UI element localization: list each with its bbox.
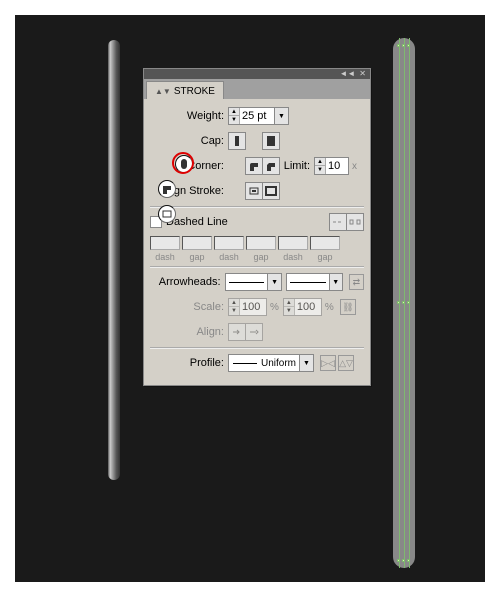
close-icon[interactable]: ✕ <box>359 70 366 78</box>
updown-icon: ▲▼ <box>155 87 171 96</box>
gap-field-3[interactable] <box>310 236 340 250</box>
dash-field-2[interactable] <box>214 236 244 250</box>
panel-header[interactable]: ◄◄ ✕ <box>144 69 370 79</box>
cap-round-button[interactable] <box>175 155 193 173</box>
tab-label: STROKE <box>174 86 215 97</box>
weight-dropdown[interactable]: ▼ <box>275 107 289 125</box>
arrow-align-end-button <box>245 323 263 341</box>
gap-field-1[interactable] <box>182 236 212 250</box>
weight-label: Weight: <box>150 110 228 122</box>
panel-tabbar: ▲▼ STROKE <box>144 79 370 99</box>
dash-col-label: gap <box>246 252 276 262</box>
arrow-start-dropdown[interactable] <box>225 273 269 291</box>
scale-start-input <box>240 299 266 315</box>
limit-suffix: x <box>352 161 357 172</box>
profile-label: Profile: <box>150 357 228 369</box>
scale-end-stepper: ▲▼ <box>283 298 322 316</box>
profile-dropdown[interactable]: Uniform <box>228 354 300 372</box>
profile-value: Uniform <box>261 358 296 369</box>
link-scale-button[interactable]: ⛓ <box>340 299 356 315</box>
arrow-end-dropdown[interactable] <box>286 273 330 291</box>
arrow-start-dd-btn[interactable]: ▼ <box>268 273 281 291</box>
corner-bevel-button[interactable] <box>262 157 280 175</box>
profile-dd-btn[interactable]: ▼ <box>300 354 314 372</box>
cap-label: Cap: <box>150 135 228 147</box>
arrowheads-label: Arrowheads: <box>150 276 225 288</box>
align-outside-button[interactable] <box>262 182 280 200</box>
dash-gap-fields <box>150 236 364 250</box>
artboard: ◄◄ ✕ ▲▼ STROKE Weight: ▲▼ ▼ Cap: <box>15 15 485 582</box>
arrow-align-tip-button <box>228 323 246 341</box>
dash-col-label: dash <box>150 252 180 262</box>
gap-field-2[interactable] <box>246 236 276 250</box>
cap-projecting-button[interactable] <box>262 132 280 150</box>
corner-round-button[interactable] <box>245 157 263 175</box>
corner-miter-button[interactable] <box>158 180 176 198</box>
pct-label: % <box>325 302 334 313</box>
arrow-end-dd-btn[interactable]: ▼ <box>330 273 343 291</box>
dash-col-label: dash <box>214 252 244 262</box>
dashed-line-label: Dashed Line <box>166 216 228 228</box>
dash-align-button[interactable] <box>346 213 364 231</box>
dash-col-label: gap <box>310 252 340 262</box>
dash-col-label: dash <box>278 252 308 262</box>
selected-path[interactable] <box>393 38 415 568</box>
weight-stepper[interactable]: ▲▼ <box>228 107 275 125</box>
scale-label: Scale: <box>150 301 228 313</box>
scale-start-stepper: ▲▼ <box>228 298 267 316</box>
flip-vert-button[interactable]: △▽ <box>338 355 354 371</box>
dash-col-label: gap <box>182 252 212 262</box>
tab-stroke[interactable]: ▲▼ STROKE <box>146 81 224 99</box>
stroke-panel: ◄◄ ✕ ▲▼ STROKE Weight: ▲▼ ▼ Cap: <box>143 68 371 386</box>
weight-input[interactable] <box>240 108 274 124</box>
arrow-align-label: Align: <box>150 326 228 338</box>
flip-horiz-button[interactable]: ▷◁ <box>320 355 336 371</box>
limit-input[interactable] <box>326 158 348 174</box>
limit-label: Limit: <box>280 160 314 172</box>
dash-preserve-button[interactable] <box>329 213 347 231</box>
dash-field-1[interactable] <box>150 236 180 250</box>
align-center-button[interactable] <box>158 205 176 223</box>
scale-end-input <box>295 299 321 315</box>
align-inside-button[interactable] <box>245 182 263 200</box>
cap-butt-button[interactable] <box>228 132 246 150</box>
pct-label: % <box>270 302 279 313</box>
swap-arrows-button[interactable]: ⇄ <box>349 274 364 290</box>
limit-stepper[interactable]: ▲▼ <box>314 157 349 175</box>
dash-field-3[interactable] <box>278 236 308 250</box>
gradient-stroke-sample <box>108 40 120 480</box>
collapse-icon[interactable]: ◄◄ <box>339 70 355 78</box>
